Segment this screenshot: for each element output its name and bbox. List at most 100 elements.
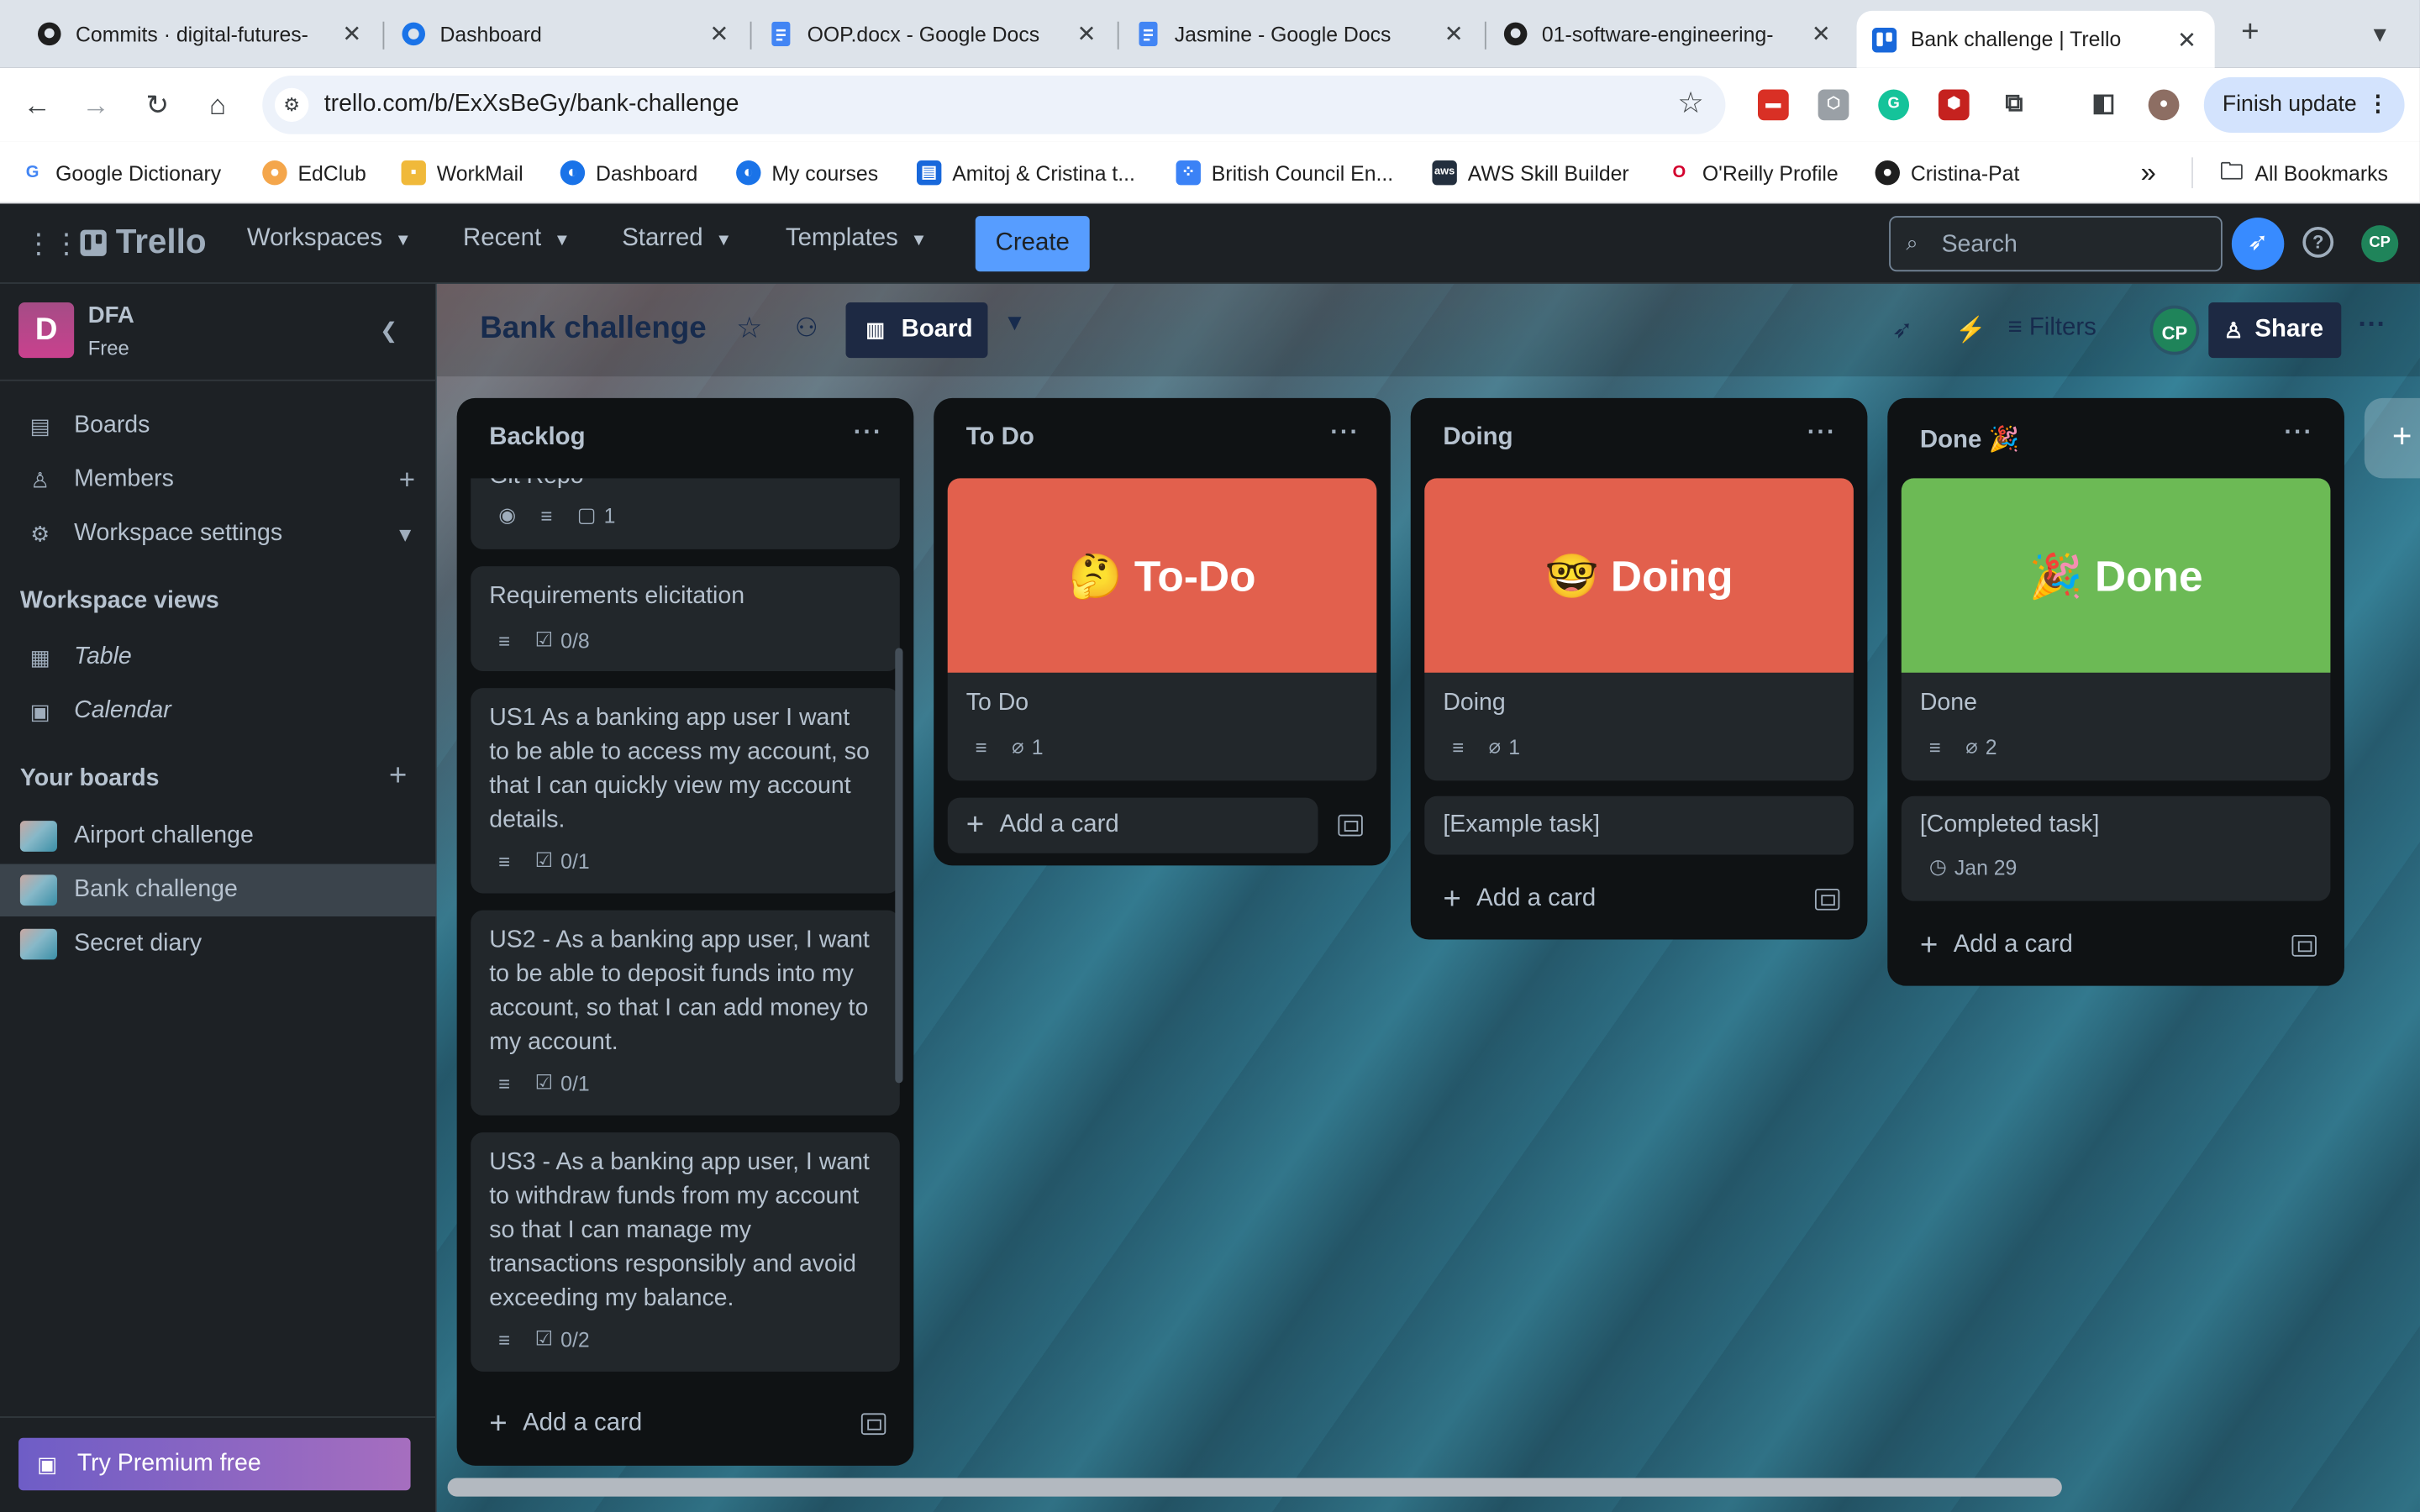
all-bookmarks-button[interactable]: 🗀 All Bookmarks [2219,157,2388,188]
filters-button[interactable]: ≡ Filters [2008,315,2096,343]
share-button[interactable]: ♙ Share [2208,302,2342,359]
more-ellipsis-icon[interactable]: ··· [2358,308,2386,341]
avatar[interactable]: CP [2361,225,2399,263]
side-panel-icon[interactable]: ◧ [2088,90,2119,121]
add-card-button[interactable]: + Add a card [947,797,1318,853]
card[interactable]: 🎉 Done Done ≡ ⌀ 2 [1901,478,2331,781]
sidebar-item-members[interactable]: ♙ Members + [0,454,437,506]
sidebar-item-workspace-settings[interactable]: ⚙ Workspace settings ▼ [0,507,437,559]
nav-starred-dropdown[interactable]: Starred ▼ [622,225,732,253]
browser-tab[interactable]: Jasmine - Google Docs ✕ [1120,9,1481,59]
board-view-button[interactable]: ▥ Board [845,302,988,359]
avatar[interactable]: CP [2149,305,2200,355]
board-horizontal-scrollbar[interactable] [447,1478,2062,1497]
close-tab-icon[interactable]: ✕ [339,20,364,48]
collapse-sidebar-chevron-icon[interactable]: ❮ [364,306,413,355]
search-input[interactable]: ⌕ Search [1889,216,2223,272]
finish-update-button[interactable]: Finish update ⋮ [2203,76,2405,133]
list-title[interactable]: Backlog [489,424,585,452]
sidebar-board-airport-challenge[interactable]: Airport challenge [0,810,437,862]
list-cards-scroll[interactable]: Git Repo ◉ ≡ ▢1 Requirements elicitation… [457,478,914,1376]
browser-tab[interactable]: OOP.docx - Google Docs ✕ [753,9,1114,59]
list-scrollbar[interactable] [895,648,903,1084]
kebab-menu-icon[interactable]: ⋮ [2367,77,2390,133]
close-tab-icon[interactable]: ✕ [707,20,731,48]
bookmark[interactable]: ▪ WorkMail [401,157,523,188]
sidebar-item-boards[interactable]: ▤ Boards [0,400,437,452]
profile-avatar-icon[interactable]: ● [2148,89,2180,121]
bookmark[interactable]: G Google Dictionary [19,157,221,188]
star-icon[interactable]: ☆ [736,312,762,347]
card[interactable]: Requirements elicitation ≡ ☑ 0/8 [471,566,900,671]
nav-recent-dropdown[interactable]: Recent ▼ [463,225,571,253]
sidebar-board-secret-diary[interactable]: Secret diary [0,918,437,970]
bookmark[interactable]: aws AWS Skill Builder [1432,157,1629,188]
create-button[interactable]: Create [975,216,1090,272]
nav-templates-dropdown[interactable]: Templates ▼ [786,225,928,253]
help-icon[interactable]: ? [2302,226,2334,258]
bookmark[interactable]: ● EdClub [262,157,366,188]
card[interactable]: 🤔 To-Do To Do ≡ ⌀ 1 [947,478,1377,781]
card-template-icon[interactable] [1338,814,1363,837]
app-switcher-grid-icon[interactable]: ⋮⋮⋮ [24,228,108,260]
extensions-puzzle-icon[interactable]: ⧉ [1999,90,2030,121]
back-arrow-icon[interactable]: ← [18,87,55,123]
close-tab-icon[interactable]: ✕ [2175,25,2199,53]
list-menu-ellipsis-icon[interactable]: ··· [1807,420,1837,448]
trello-logo[interactable]: Trello [80,222,207,262]
card[interactable]: [Example task] [1424,795,1854,855]
visibility-icon[interactable]: ⚇ [795,313,818,344]
add-card-button[interactable]: + Add a card [1902,918,2272,974]
home-icon[interactable]: ⌂ [199,87,236,123]
sidebar-item-table[interactable]: ▦ Table [0,631,437,683]
automation-bolt-icon[interactable]: ⚡ [1955,315,1986,346]
close-tab-icon[interactable]: ✕ [1074,20,1098,48]
list-title[interactable]: To Do [966,424,1034,452]
card[interactable]: US1 As a banking app user I want to be a… [471,688,900,894]
adblock-icon[interactable]: ⬢ [1938,89,1970,121]
reload-icon[interactable]: ↻ [139,87,176,123]
bookmark[interactable]: ● Cristina-Pat [1875,157,2019,188]
new-tab-button[interactable]: + [2232,15,2269,52]
close-tab-icon[interactable]: ✕ [1441,20,1465,48]
chevron-down-icon[interactable]: ▼ [395,522,415,546]
card-template-icon[interactable] [1814,888,1840,911]
browser-tab[interactable]: Commits · digital-futures- ✕ [22,9,380,59]
list-menu-ellipsis-icon[interactable]: ··· [1330,420,1360,448]
bookmark[interactable]: ⁘ British Council En... [1176,157,1393,188]
bookmark[interactable]: ◐ Dashboard [560,157,697,188]
url-text[interactable]: trello.com/b/ExXsBeGy/bank-challenge [324,91,739,118]
card[interactable]: Git Repo ◉ ≡ ▢1 [471,478,900,549]
grammarly-icon[interactable]: G [1878,89,1909,121]
forward-arrow-icon[interactable]: → [77,87,114,123]
sidebar-board-bank-challenge[interactable]: Bank challenge [0,864,437,916]
address-bar[interactable]: ⚙ trello.com/b/ExXsBeGy/bank-challenge ☆ [262,75,1726,134]
card-template-icon[interactable] [860,1413,886,1436]
list-title[interactable]: Done 🎉 [1920,424,2019,455]
list-menu-ellipsis-icon[interactable]: ··· [854,420,883,448]
views-chevron-down-icon[interactable]: ▼ [1003,310,1026,336]
add-list-button[interactable]: + [2364,397,2420,479]
add-board-plus-icon[interactable]: + [389,759,407,795]
list-menu-ellipsis-icon[interactable]: ··· [2284,420,2313,448]
rocket-icon[interactable]: ➶ [2231,217,2285,270]
bookmark-star-icon[interactable]: ☆ [1677,87,1703,122]
close-tab-icon[interactable]: ✕ [1809,20,1833,48]
site-settings-icon[interactable]: ⚙ [274,87,309,123]
nav-workspaces-dropdown[interactable]: Workspaces ▼ [247,225,412,253]
bookmark[interactable]: ▤ Amitoj & Cristina t... [916,157,1135,188]
card-template-icon[interactable] [2291,935,2317,957]
card[interactable]: [Completed task] ◷ Jan 29 [1901,795,2331,901]
browser-tab[interactable]: 01-software-engineering- ✕ [1488,9,1849,59]
bookmark[interactable]: ◐ My courses [736,157,878,188]
add-card-button[interactable]: + Add a card [1424,872,1795,927]
browser-tab-active[interactable]: Bank challenge | Trello ✕ [1856,10,2215,68]
card[interactable]: US3 - As a banking app user, I want to w… [471,1132,900,1372]
card[interactable]: US2 - As a banking app user, I want to b… [471,910,900,1116]
card[interactable]: 🤓 Doing Doing ≡ ⌀ 1 [1424,478,1854,781]
extension-shield-icon[interactable]: ⬡ [1818,89,1849,121]
try-premium-button[interactable]: ▣ Try Premium free [18,1437,411,1491]
add-card-button[interactable]: + Add a card [471,1396,841,1452]
list-title[interactable]: Doing [1443,424,1512,452]
more-bookmarks-chevron-icon[interactable]: » [2141,156,2156,188]
